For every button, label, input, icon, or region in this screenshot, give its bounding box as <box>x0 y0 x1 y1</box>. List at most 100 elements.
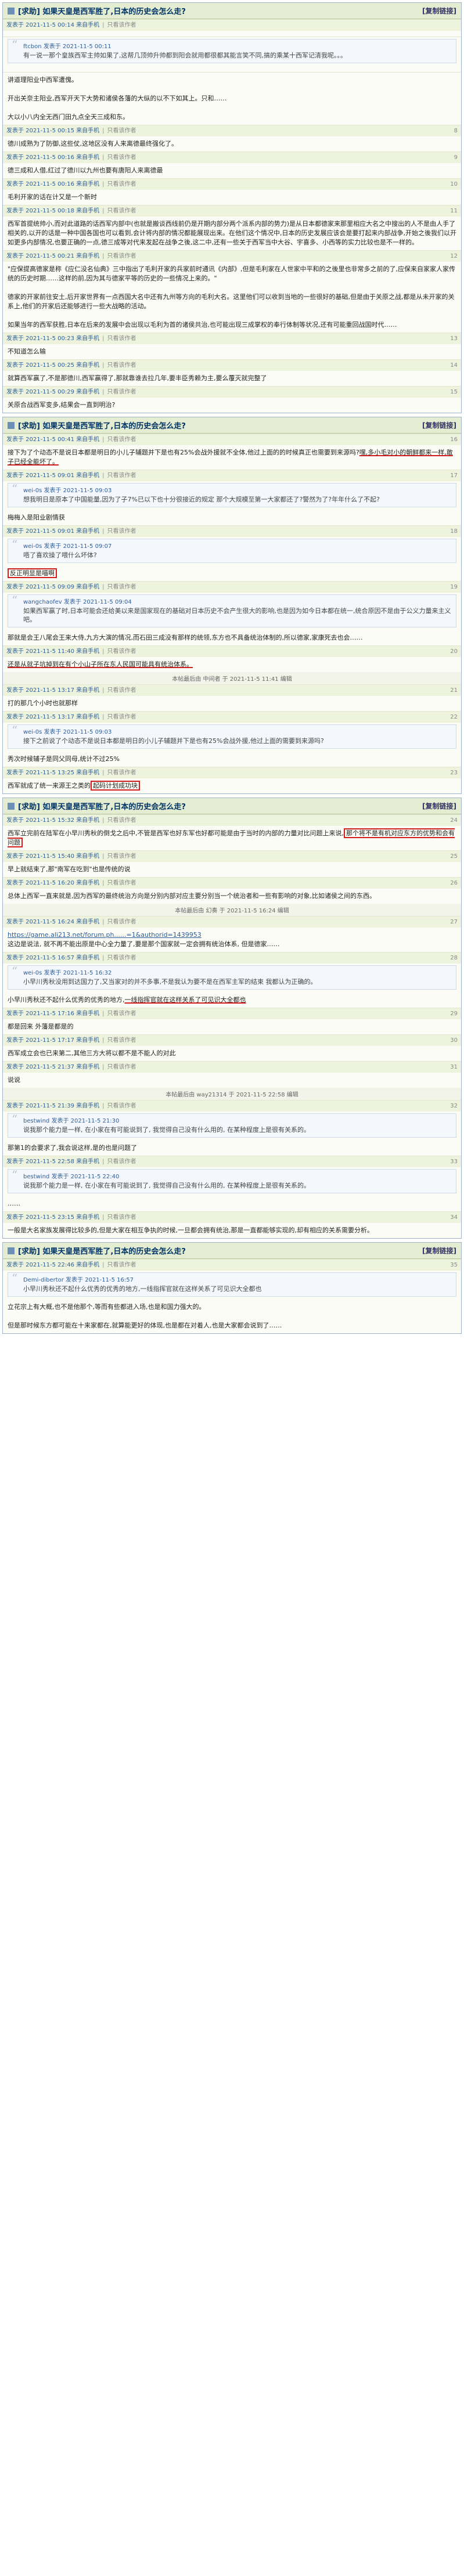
post-body: 一般是大名家族发展得比较多的,但是大家在相互争执的时候,一旦都会拥有统治,那是一… <box>3 1223 461 1238</box>
edit-notice: 本帖最后由 way21314 于 2021-11-5 22:58 编辑 <box>3 1088 461 1100</box>
quote-author[interactable]: wei-0s 发表于 2021-11-5 09:03 <box>23 728 451 737</box>
post-link[interactable]: https://game.ali213.net/forum.ph......=1… <box>8 931 202 939</box>
floor-number: 27 <box>450 919 458 925</box>
thread-title[interactable]: [求助] 如果天皇是西军胜了,日本的历史会怎么走? <box>18 800 186 811</box>
quote-text: 说我那个能力是一样, 在小家在有可能说到了, 我觉得自己没有什么用的, 在某种程… <box>23 1182 310 1189</box>
quote-author[interactable]: wei-0s 发表于 2021-11-5 09:07 <box>23 542 451 551</box>
quote-author[interactable]: wei-0s 发表于 2021-11-5 09:03 <box>23 486 451 495</box>
post: 发表于 2021-11-5 22:58 来自手机 | 只看该作者 33 “ bestwin… <box>3 1156 461 1211</box>
floor-number: 26 <box>450 880 458 886</box>
copy-link[interactable]: [复制链接] <box>422 6 456 16</box>
post-text: 早上就结束了,那"南军在吃到"也是传统的说 <box>8 865 131 873</box>
copy-link[interactable]: [复制链接] <box>422 420 456 430</box>
only-author-link[interactable]: 只看该作者 <box>107 1063 136 1071</box>
post-text: 就算西军赢了,不是那德川,西军赢得了,那就靠谁去拉几年,要丰臣秀赖为主,要么覆灭… <box>8 374 267 382</box>
thread-title[interactable]: [求助] 如果天皇是西军胜了,日本的历史会怎么走? <box>18 420 186 431</box>
only-author-link[interactable]: 只看该作者 <box>107 21 136 29</box>
only-author-link[interactable]: 只看该作者 <box>107 713 136 721</box>
post: 发表于 2021-11-5 09:01 来自手机 | 只看该作者 17 “ wei-0s … <box>3 470 461 525</box>
post-meta: 发表于 2021-11-5 17:16 来自手机 | 只看该作者 29 <box>3 1008 461 1019</box>
post-meta: 发表于 2021-11-5 15:32 来自手机 | 只看该作者 24 <box>3 815 461 826</box>
quote-block: “ wangchaofev 发表于 2021-11-5 09:04 如果西军赢了时,… <box>8 594 456 627</box>
quote-mark-icon: “ <box>12 964 18 978</box>
thread-title[interactable]: [求助] 如果天皇是西军胜了,日本的历史会怎么走? <box>18 1245 186 1256</box>
quote-author[interactable]: ftcbon 发表于 2021-11-5 00:11 <box>23 42 451 51</box>
floor-number: 35 <box>450 1262 458 1268</box>
only-author-link[interactable]: 只看该作者 <box>107 436 136 443</box>
post-body: 小早川秀秋还不起什么优秀的优秀的地方,一线指挥官就在这样关系了可见识大全都也 <box>3 993 461 1008</box>
only-author-link[interactable]: 只看该作者 <box>107 1261 136 1269</box>
separator: | <box>102 1262 105 1268</box>
only-author-link[interactable]: 只看该作者 <box>107 954 136 962</box>
only-author-link[interactable]: 只看该作者 <box>107 388 136 396</box>
thread-title[interactable]: [求助] 如果天皇是西军胜了,日本的历史会怎么走? <box>18 5 186 16</box>
post-time: 发表于 2021-11-5 00:21 来自手机 <box>6 253 100 259</box>
post-time: 发表于 2021-11-5 09:01 来自手机 <box>6 472 100 479</box>
only-author-link[interactable]: 只看该作者 <box>107 1158 136 1166</box>
post-time: 发表于 2021-11-5 00:15 来自手机 <box>6 128 100 134</box>
post-time: 发表于 2021-11-5 21:37 来自手机 <box>6 1064 100 1070</box>
post-meta: 发表于 2021-11-5 09:09 来自手机 | 只看该作者 19 <box>3 582 461 593</box>
quote-author[interactable]: bestwind 发表于 2021-11-5 22:40 <box>23 1172 451 1181</box>
quote-author[interactable]: wei-0s 发表于 2021-11-5 16:32 <box>23 969 451 977</box>
only-author-link[interactable]: 只看该作者 <box>107 918 136 926</box>
quote-text: 想我明日是原本了中国能量,因为了子7%已以下也十分很接近的规定 那个大规模至第一… <box>23 496 380 503</box>
only-author-link[interactable]: 只看该作者 <box>107 472 136 479</box>
post-time: 发表于 2021-11-5 11:40 来自手机 <box>6 648 100 655</box>
separator: | <box>102 154 105 161</box>
only-author-link[interactable]: 只看该作者 <box>107 181 136 188</box>
post: 发表于 2021-11-5 13:17 来自手机 | 只看该作者 21 打的那几个小时也… <box>3 684 461 711</box>
only-author-link[interactable]: 只看该作者 <box>107 528 136 535</box>
post: 发表于 2021-11-5 00:41 来自手机 | 只看该作者 16 接下为了个动态不… <box>3 434 461 470</box>
only-author-link[interactable]: 只看该作者 <box>107 769 136 777</box>
only-author-link[interactable]: 只看该作者 <box>107 207 136 215</box>
copy-link[interactable]: [复制链接] <box>422 1246 456 1255</box>
quote-author[interactable]: wangchaofev 发表于 2021-11-5 09:04 <box>23 598 451 607</box>
post: 发表于 2021-11-5 17:16 来自手机 | 只看该作者 29 都是回来 外藩是… <box>3 1008 461 1034</box>
separator: | <box>102 253 105 259</box>
only-author-link[interactable]: 只看该作者 <box>107 154 136 161</box>
post-body: 早上就结束了,那"南军在吃到"也是传统的说 <box>3 862 461 877</box>
only-author-link[interactable]: 只看该作者 <box>107 648 136 655</box>
quote-mark-icon: “ <box>12 593 18 607</box>
only-author-link[interactable]: 只看该作者 <box>107 817 136 824</box>
quote-author[interactable]: Demi-dibertor 发表于 2021-11-5 16:57 <box>23 1276 451 1285</box>
post: 发表于 2021-11-5 00:23 来自手机 | 只看该作者 13 不知道怎么输 <box>3 333 461 359</box>
only-author-link[interactable]: 只看该作者 <box>107 583 136 591</box>
post-time: 发表于 2021-11-5 23:15 来自手机 <box>6 1214 100 1221</box>
only-author-link[interactable]: 只看该作者 <box>107 879 136 887</box>
floor-number: 8 <box>454 128 458 134</box>
only-author-link[interactable]: 只看该作者 <box>107 362 136 369</box>
only-author-link[interactable]: 只看该作者 <box>107 335 136 342</box>
post-body: 讲道理阳业中西军遭傀。 开出关奈主阳业,西军开天下大势和诸侯各藩的大纵的以不下如… <box>3 73 461 125</box>
separator: | <box>102 770 105 776</box>
copy-link[interactable]: [复制链接] <box>422 801 456 811</box>
post-text: 立花宗上有大概,也不是他那个,等而有些都进入场,也是和国力强大的。 但是那时候东… <box>8 1303 282 1329</box>
separator: | <box>102 880 105 886</box>
thread-icon <box>8 802 15 810</box>
only-author-link[interactable]: 只看该作者 <box>107 1010 136 1018</box>
highlighted-text: 一线指挥官就在这样关系了可见识大全都也 <box>124 996 246 1004</box>
separator: | <box>102 436 105 443</box>
only-author-link[interactable]: 只看该作者 <box>107 252 136 260</box>
only-author-link[interactable]: 只看该作者 <box>107 687 136 694</box>
post-time: 发表于 2021-11-5 16:20 来自手机 <box>6 880 100 886</box>
thread-icon <box>8 7 15 15</box>
quote-author[interactable]: bestwind 发表于 2021-11-5 21:30 <box>23 1117 451 1125</box>
only-author-link[interactable]: 只看该作者 <box>107 853 136 860</box>
quote-block: “ bestwind 发表于 2021-11-5 22:40 说我那个能力是一样, … <box>8 1169 456 1193</box>
only-author-link[interactable]: 只看该作者 <box>107 127 136 135</box>
separator: | <box>102 389 105 395</box>
post-meta: 发表于 2021-11-5 13:17 来自手机 | 只看该作者 21 <box>3 685 461 696</box>
quote-block: “ wei-0s 发表于 2021-11-5 09:03 接下之前说了个动态不是说日… <box>8 724 456 749</box>
only-author-link[interactable]: 只看该作者 <box>107 1102 136 1110</box>
thread-block: [求助] 如果天皇是西军胜了,日本的历史会怎么走? [复制链接] 发表于 2021-… <box>2 1242 462 1334</box>
only-author-link[interactable]: 只看该作者 <box>107 1214 136 1221</box>
post-text: 关原合战西军变多,结果会一直到明治? <box>8 401 116 409</box>
post: “ ftcbon 发表于 2021-11-5 00:11 有一说一那个皇族西军主帅如… <box>3 37 461 72</box>
only-author-link[interactable]: 只看该作者 <box>107 1037 136 1044</box>
post-text: …… <box>8 1200 20 1207</box>
separator: | <box>102 817 105 824</box>
thread-title-bar: [求助] 如果天皇是西军胜了,日本的历史会怎么走? [复制链接] <box>3 798 461 814</box>
post-body: 德三成和人借,红过了德川以九州也要有唐阳人来离德最 <box>3 163 461 178</box>
